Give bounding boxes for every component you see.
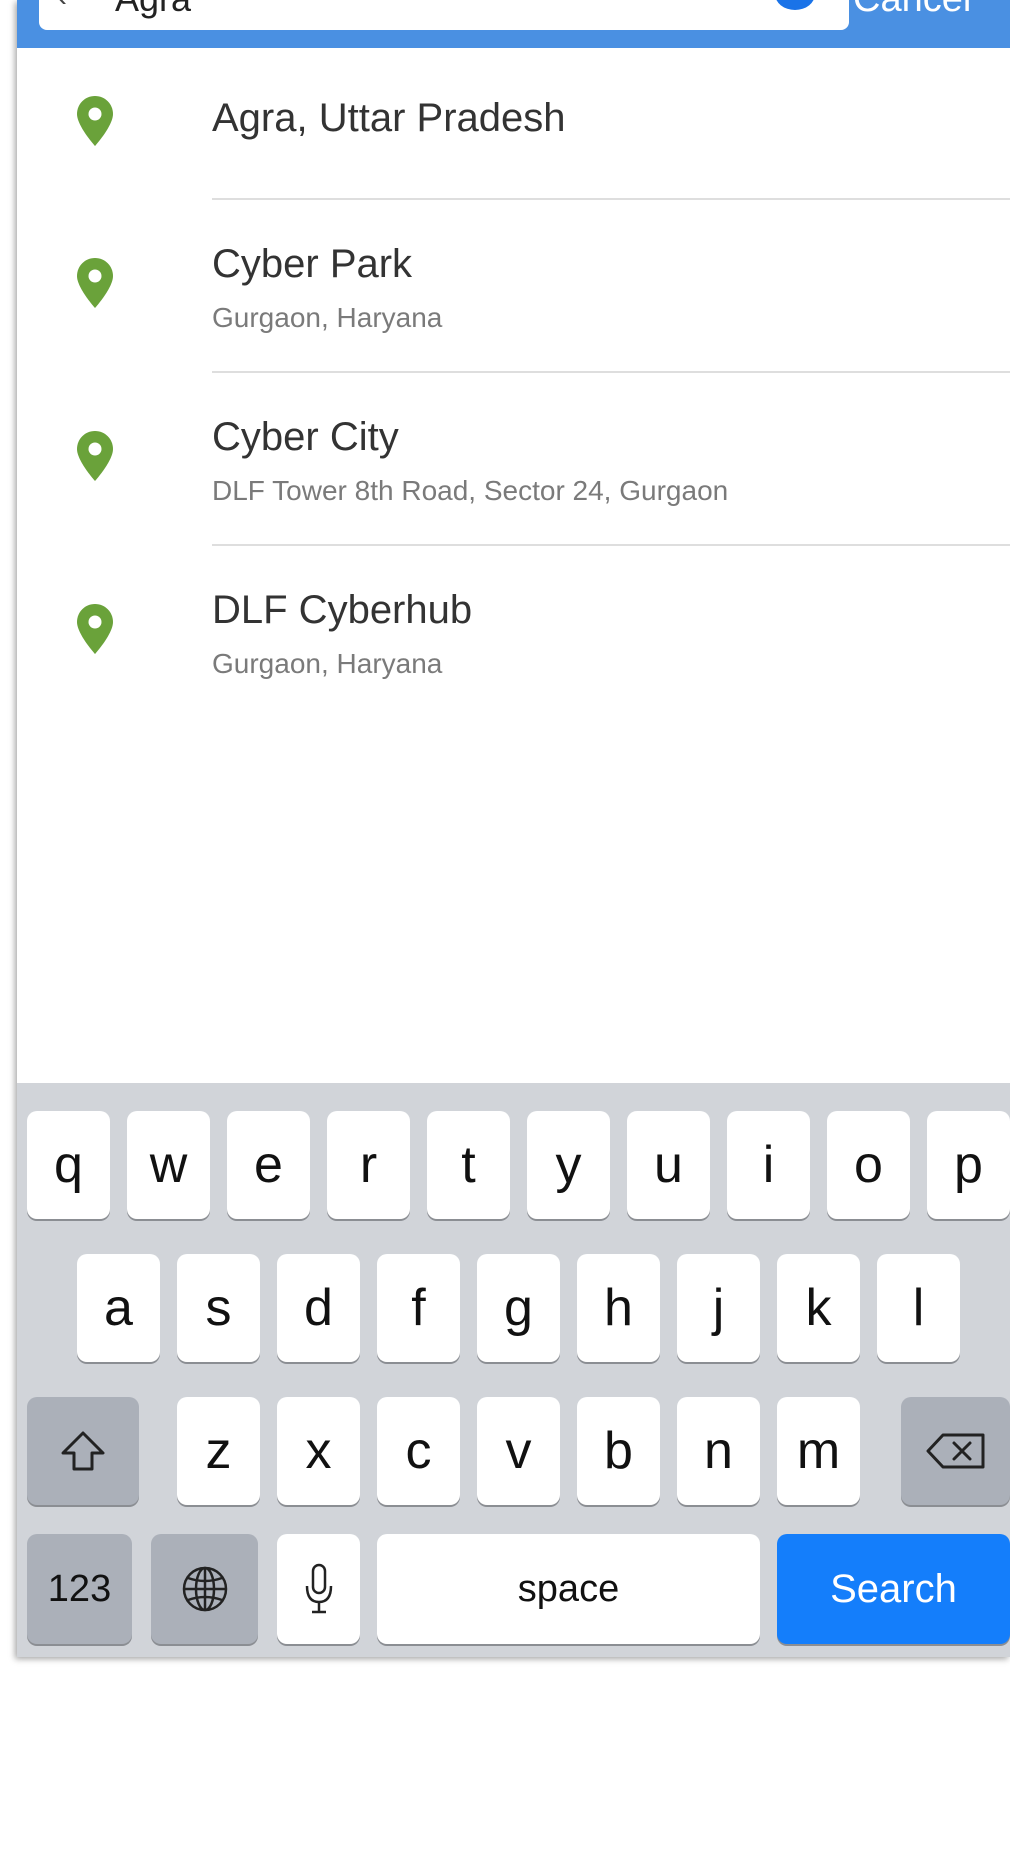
key-c[interactable]: c: [377, 1397, 460, 1505]
location-pin-icon: [77, 604, 113, 654]
result-title: DLF Cyberhub: [212, 588, 473, 632]
result-title: Cyber Park: [212, 242, 413, 286]
globe-key[interactable]: [151, 1534, 258, 1644]
result-title: Cyber City: [212, 415, 399, 459]
key-d[interactable]: d: [277, 1254, 360, 1362]
location-pin-icon: [77, 96, 113, 146]
key-g[interactable]: g: [477, 1254, 560, 1362]
result-subtitle: DLF Tower 8th Road, Sector 24, Gurgaon: [212, 475, 729, 506]
key-v[interactable]: v: [477, 1397, 560, 1505]
shift-icon: [61, 1431, 105, 1471]
key-s[interactable]: s: [177, 1254, 260, 1362]
backspace-key[interactable]: [901, 1397, 1010, 1505]
key-e[interactable]: e: [227, 1111, 310, 1219]
result-row[interactable]: DLF Cyberhub Gurgaon, Haryana: [17, 546, 1010, 719]
result-row[interactable]: Agra, Uttar Pradesh: [17, 48, 1010, 200]
chevron-left-icon[interactable]: ‹: [57, 0, 67, 14]
key-h[interactable]: h: [577, 1254, 660, 1362]
key-w[interactable]: w: [127, 1111, 210, 1219]
key-j[interactable]: j: [677, 1254, 760, 1362]
result-subtitle: Gurgaon, Haryana: [212, 648, 443, 679]
backspace-icon: [926, 1433, 984, 1469]
key-p[interactable]: p: [927, 1111, 1010, 1219]
space-key[interactable]: space: [377, 1534, 760, 1644]
key-q[interactable]: q: [27, 1111, 110, 1219]
key-o[interactable]: o: [827, 1111, 910, 1219]
search-results-list: Agra, Uttar Pradesh Cyber Park Gurgaon, …: [17, 48, 1010, 719]
cancel-button[interactable]: Cancel: [853, 0, 971, 21]
key-y[interactable]: y: [527, 1111, 610, 1219]
key-b[interactable]: b: [577, 1397, 660, 1505]
key-r[interactable]: r: [327, 1111, 410, 1219]
key-n[interactable]: n: [677, 1397, 760, 1505]
key-a[interactable]: a: [77, 1254, 160, 1362]
search-key[interactable]: Search: [777, 1534, 1010, 1644]
key-u[interactable]: u: [627, 1111, 710, 1219]
result-title: Agra, Uttar Pradesh: [212, 96, 566, 140]
numbers-key[interactable]: 123: [27, 1534, 132, 1644]
shift-key[interactable]: [27, 1397, 139, 1505]
app-screen: ‹ Agra Cancel Agra, Uttar Pradesh Cyber …: [17, 0, 1010, 1657]
search-query-text: Agra: [115, 0, 191, 20]
key-i[interactable]: i: [727, 1111, 810, 1219]
result-row[interactable]: Cyber Park Gurgaon, Haryana: [17, 200, 1010, 373]
key-l[interactable]: l: [877, 1254, 960, 1362]
key-t[interactable]: t: [427, 1111, 510, 1219]
globe-icon: [182, 1566, 227, 1612]
result-row[interactable]: Cyber City DLF Tower 8th Road, Sector 24…: [17, 373, 1010, 546]
key-z[interactable]: z: [177, 1397, 260, 1505]
key-k[interactable]: k: [777, 1254, 860, 1362]
result-subtitle: Gurgaon, Haryana: [212, 302, 443, 333]
key-f[interactable]: f: [377, 1254, 460, 1362]
key-m[interactable]: m: [777, 1397, 860, 1505]
search-header: ‹ Agra Cancel: [17, 0, 1010, 48]
microphone-key[interactable]: [277, 1534, 360, 1644]
location-pin-icon: [77, 258, 113, 308]
microphone-icon: [305, 1563, 332, 1614]
location-pin-icon: [77, 431, 113, 481]
key-x[interactable]: x: [277, 1397, 360, 1505]
on-screen-keyboard: q w e r t y u i o p a s d f g h j k l z …: [17, 1083, 1010, 1657]
